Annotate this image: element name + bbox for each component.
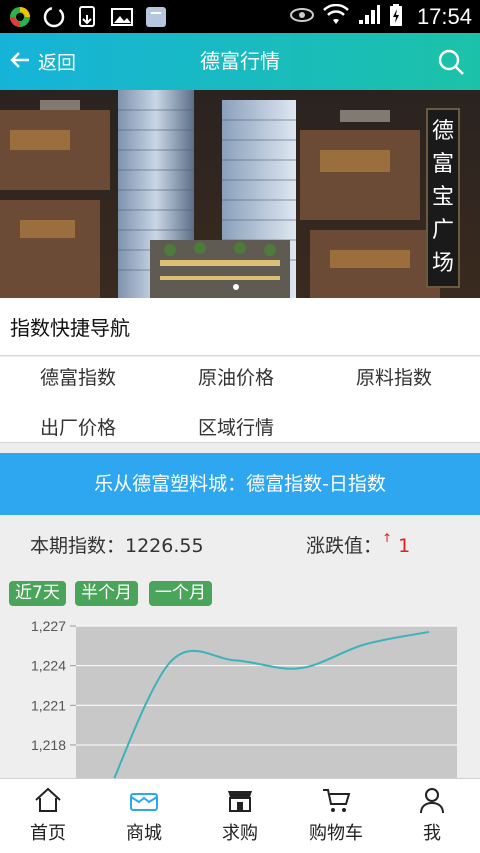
quick-nav-grid: 德富指数 原油价格 原料指数 出厂价格 区域行情 (0, 357, 480, 443)
nav-cart[interactable]: 购物车 (288, 779, 384, 853)
chart-plot-area (76, 626, 457, 778)
user-icon (417, 785, 447, 815)
chart-y-tick-label: 1,218 (31, 737, 66, 753)
sign-char: 场 (431, 250, 454, 276)
mall-icon (129, 785, 159, 815)
nav-label: 购物车 (309, 823, 363, 844)
top-header: 返回 德富行情 (0, 33, 480, 90)
nav-label: 商城 (126, 823, 162, 844)
current-index: 本期指数：1226.55 (30, 535, 204, 557)
battery-charging-icon (389, 3, 403, 31)
quick-nav-item[interactable]: 出厂价格 (40, 413, 116, 440)
quick-nav-item[interactable]: 德富指数 (40, 363, 116, 390)
banner-image[interactable]: 德 富 宝 广 场 (0, 90, 480, 298)
index-title-bar: 乐从德富塑料城：德富指数-日指数 (0, 453, 480, 515)
bag-icon (144, 5, 168, 27)
period-button-month[interactable]: 一个月 (149, 581, 212, 606)
signal-icon (357, 4, 381, 30)
nav-home[interactable]: 首页 (0, 779, 96, 853)
nav-label: 求购 (222, 823, 258, 844)
wifi-icon (323, 3, 349, 30)
change-label: 涨跌值： (306, 535, 383, 557)
cart-icon (321, 785, 351, 815)
index-line-chart: 1,227 1,224 1,221 1,218 (0, 612, 480, 778)
chart-y-tick-label: 1,221 (31, 697, 66, 713)
sign-char: 宝 (431, 184, 454, 210)
home-icon (33, 785, 63, 815)
banner-indicator-dot[interactable] (233, 284, 239, 290)
download-icon (76, 5, 100, 27)
loading-icon (42, 5, 66, 28)
nav-mall[interactable]: 商城 (96, 779, 192, 853)
nav-label: 首页 (30, 823, 66, 844)
chart-y-tick-label: 1,224 (31, 658, 66, 674)
sign-char: 德 (431, 119, 454, 145)
status-bar: 17:54 (0, 0, 480, 33)
nav-me[interactable]: 我 (384, 779, 480, 853)
eye-icon (289, 5, 315, 29)
quick-nav-item[interactable]: 区域行情 (198, 413, 274, 440)
chart-svg: 1,227 1,224 1,221 1,218 (31, 618, 457, 778)
quick-nav-header: 指数快捷导航 (0, 298, 480, 356)
nav-purchase[interactable]: 求购 (192, 779, 288, 853)
back-button[interactable]: 返回 (8, 33, 76, 90)
chart-y-tick-label: 1,227 (31, 618, 66, 634)
quick-nav-item[interactable]: 原油价格 (198, 363, 274, 390)
store-icon (225, 785, 255, 815)
nav-label: 我 (423, 823, 441, 844)
period-button-half-month[interactable]: 半个月 (75, 581, 138, 606)
search-icon[interactable] (436, 47, 466, 77)
quick-nav-title: 指数快捷导航 (10, 316, 130, 340)
sign-char: 富 (431, 152, 454, 178)
change-stat: 涨跌值：↑ 1 (306, 531, 410, 558)
banner-sign: 德 富 宝 广 场 (426, 108, 460, 288)
quick-nav-item[interactable]: 原料指数 (356, 363, 432, 390)
sign-char: 广 (431, 217, 454, 243)
index-stats: 本期指数：1226.55 涨跌值：↑ 1 (0, 515, 480, 575)
change-value: 1 (398, 535, 411, 557)
back-label: 返回 (38, 52, 77, 74)
status-time: 17:54 (416, 3, 472, 29)
image-icon (110, 5, 134, 27)
period-button-7d[interactable]: 近7天 (9, 581, 66, 606)
bottom-nav: 首页 商城 求购 购物车 我 (0, 778, 480, 853)
arrow-left-icon (8, 48, 32, 76)
app-360-icon (8, 5, 32, 27)
arrow-up-icon: ↑ (382, 531, 393, 545)
